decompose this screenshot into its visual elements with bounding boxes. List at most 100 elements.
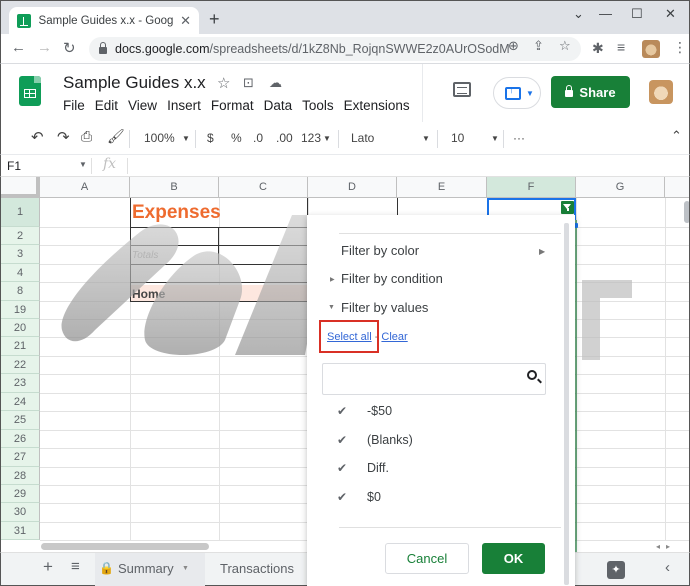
row-header-21[interactable]: 21 <box>1 337 40 356</box>
close-window-button[interactable]: ✕ <box>665 6 676 22</box>
cell-b1[interactable]: Expenses <box>132 202 221 224</box>
filter-by-condition[interactable]: Filter by condition <box>341 271 443 286</box>
horizontal-scrollbar[interactable] <box>41 543 209 550</box>
name-box[interactable]: F1 <box>7 159 21 173</box>
select-all-corner[interactable] <box>1 177 40 198</box>
share-button[interactable]: Share <box>551 76 630 108</box>
all-sheets-button[interactable]: ≡ <box>71 558 80 575</box>
sheet-tab-transactions[interactable]: Transactions <box>220 561 294 576</box>
profile-avatar[interactable] <box>642 40 660 58</box>
chevron-down-icon[interactable]: ▼ <box>491 134 499 143</box>
move-folder-icon[interactable]: ⊡ <box>243 75 254 91</box>
row-header-2[interactable]: 2 <box>1 227 40 245</box>
explore-icon[interactable]: ✦ <box>607 561 625 579</box>
font-size-select[interactable]: 10 <box>451 131 464 145</box>
more-options-button[interactable]: ··· <box>513 131 525 145</box>
row-header-20[interactable]: 20 <box>1 319 40 337</box>
column-header-c[interactable]: C <box>219 177 308 198</box>
menu-insert[interactable]: Insert <box>167 98 201 113</box>
filter-value-item[interactable]: ✔ $0 <box>337 487 381 507</box>
bookmark-star-icon[interactable]: ☆ <box>559 38 571 54</box>
column-header-a[interactable]: A <box>40 177 130 198</box>
chevron-down-icon[interactable]: ▼ <box>79 160 87 169</box>
row-header-25[interactable]: 25 <box>1 411 40 430</box>
number-format-button[interactable]: 123 <box>301 131 321 145</box>
filter-value-item[interactable]: ✔ Diff. <box>337 458 389 478</box>
sheets-logo-icon[interactable] <box>19 76 41 106</box>
row-header-31[interactable]: 31 <box>1 522 40 540</box>
column-header-f[interactable]: F <box>487 177 576 198</box>
menu-view[interactable]: View <box>128 98 157 113</box>
chevron-down-icon[interactable]: ▼ <box>182 134 190 143</box>
row-header-24[interactable]: 24 <box>1 393 40 411</box>
row-header-1[interactable]: 1 <box>1 198 40 227</box>
menu-format[interactable]: Format <box>211 98 254 113</box>
new-tab-button[interactable]: + <box>209 9 220 30</box>
column-header-b[interactable]: B <box>130 177 219 198</box>
close-tab-icon[interactable]: ✕ <box>180 13 191 29</box>
row-header-22[interactable]: 22 <box>1 356 40 374</box>
currency-format-button[interactable]: $ <box>207 131 214 145</box>
row-header-26[interactable]: 26 <box>1 430 40 448</box>
menu-extensions[interactable]: Extensions <box>344 98 410 113</box>
ok-button[interactable]: OK <box>482 543 545 574</box>
chevron-down-icon[interactable]: ▼ <box>182 565 189 572</box>
menu-tools[interactable]: Tools <box>302 98 334 113</box>
row-header-28[interactable]: 28 <box>1 467 40 485</box>
maximize-button[interactable]: ☐ <box>631 6 643 22</box>
reload-icon[interactable]: ↻ <box>63 39 76 57</box>
clear-link[interactable]: Clear <box>381 331 407 343</box>
cell-b8[interactable]: Home <box>132 287 165 301</box>
forward-icon[interactable]: → <box>37 39 52 56</box>
cell-b3[interactable]: Totals <box>132 250 158 261</box>
undo-icon[interactable]: ↶ <box>31 128 44 146</box>
collapse-arrow-icon[interactable]: ▼ <box>328 304 335 311</box>
zoom-select[interactable]: 100% <box>144 131 175 145</box>
cancel-button[interactable]: Cancel <box>385 543 469 574</box>
redo-icon[interactable]: ↷ <box>57 128 70 146</box>
row-header-30[interactable]: 30 <box>1 503 40 522</box>
browser-menu-icon[interactable]: ⋮ <box>673 39 687 56</box>
share-page-icon[interactable]: ⇪ <box>533 38 544 54</box>
star-icon[interactable]: ☆ <box>217 74 230 92</box>
filter-icon[interactable] <box>561 201 574 214</box>
row-header-19[interactable]: 19 <box>1 301 40 319</box>
column-header-d[interactable]: D <box>308 177 397 198</box>
decrease-decimal-button[interactable]: .0 <box>253 131 263 145</box>
comment-history-icon[interactable] <box>453 82 471 97</box>
popup-scrollbar[interactable] <box>564 223 569 585</box>
side-panel-toggle-icon[interactable]: ‹ <box>665 559 670 576</box>
filter-value-item[interactable]: ✔ -$50 <box>337 401 392 421</box>
paint-format-icon[interactable]: 🖌 <box>107 128 125 145</box>
row-header-27[interactable]: 27 <box>1 448 40 467</box>
filter-value-item[interactable]: ✔ (Blanks) <box>337 430 413 450</box>
print-icon[interactable]: ⎙ <box>81 128 92 145</box>
row-header-23[interactable]: 23 <box>1 374 40 393</box>
menu-edit[interactable]: Edit <box>95 98 118 113</box>
column-header-e[interactable]: E <box>397 177 487 198</box>
tab-search-icon[interactable]: ⌄ <box>573 6 584 22</box>
row-header-3[interactable]: 3 <box>1 245 40 264</box>
percent-format-button[interactable]: % <box>231 131 242 145</box>
back-icon[interactable]: ← <box>11 39 26 56</box>
browser-tab[interactable]: Sample Guides x.x - Google Sheets ✕ <box>9 7 199 35</box>
filter-by-values[interactable]: Filter by values <box>341 300 428 315</box>
collapse-menu-icon[interactable]: ⌃ <box>671 128 682 144</box>
document-title[interactable]: Sample Guides x.x <box>63 73 206 93</box>
column-header-g[interactable]: G <box>576 177 665 198</box>
scroll-arrows[interactable]: ◂▸ <box>656 542 676 551</box>
filter-by-color[interactable]: Filter by color <box>341 243 419 258</box>
add-sheet-button[interactable]: + <box>43 557 53 577</box>
increase-decimal-button[interactable]: .00 <box>276 131 293 145</box>
user-avatar[interactable] <box>649 80 673 104</box>
expand-arrow-icon[interactable]: ▶ <box>330 276 335 283</box>
vertical-scrollbar[interactable] <box>684 201 689 223</box>
minimize-button[interactable]: — <box>599 6 612 21</box>
font-select[interactable]: Lato <box>351 131 374 145</box>
menu-data[interactable]: Data <box>264 98 293 113</box>
menu-file[interactable]: File <box>63 98 85 113</box>
row-header-4[interactable]: 4 <box>1 264 40 282</box>
extensions-icon[interactable]: ✱ <box>592 40 604 57</box>
present-button[interactable]: ▼ <box>493 77 541 109</box>
row-header-29[interactable]: 29 <box>1 485 40 503</box>
